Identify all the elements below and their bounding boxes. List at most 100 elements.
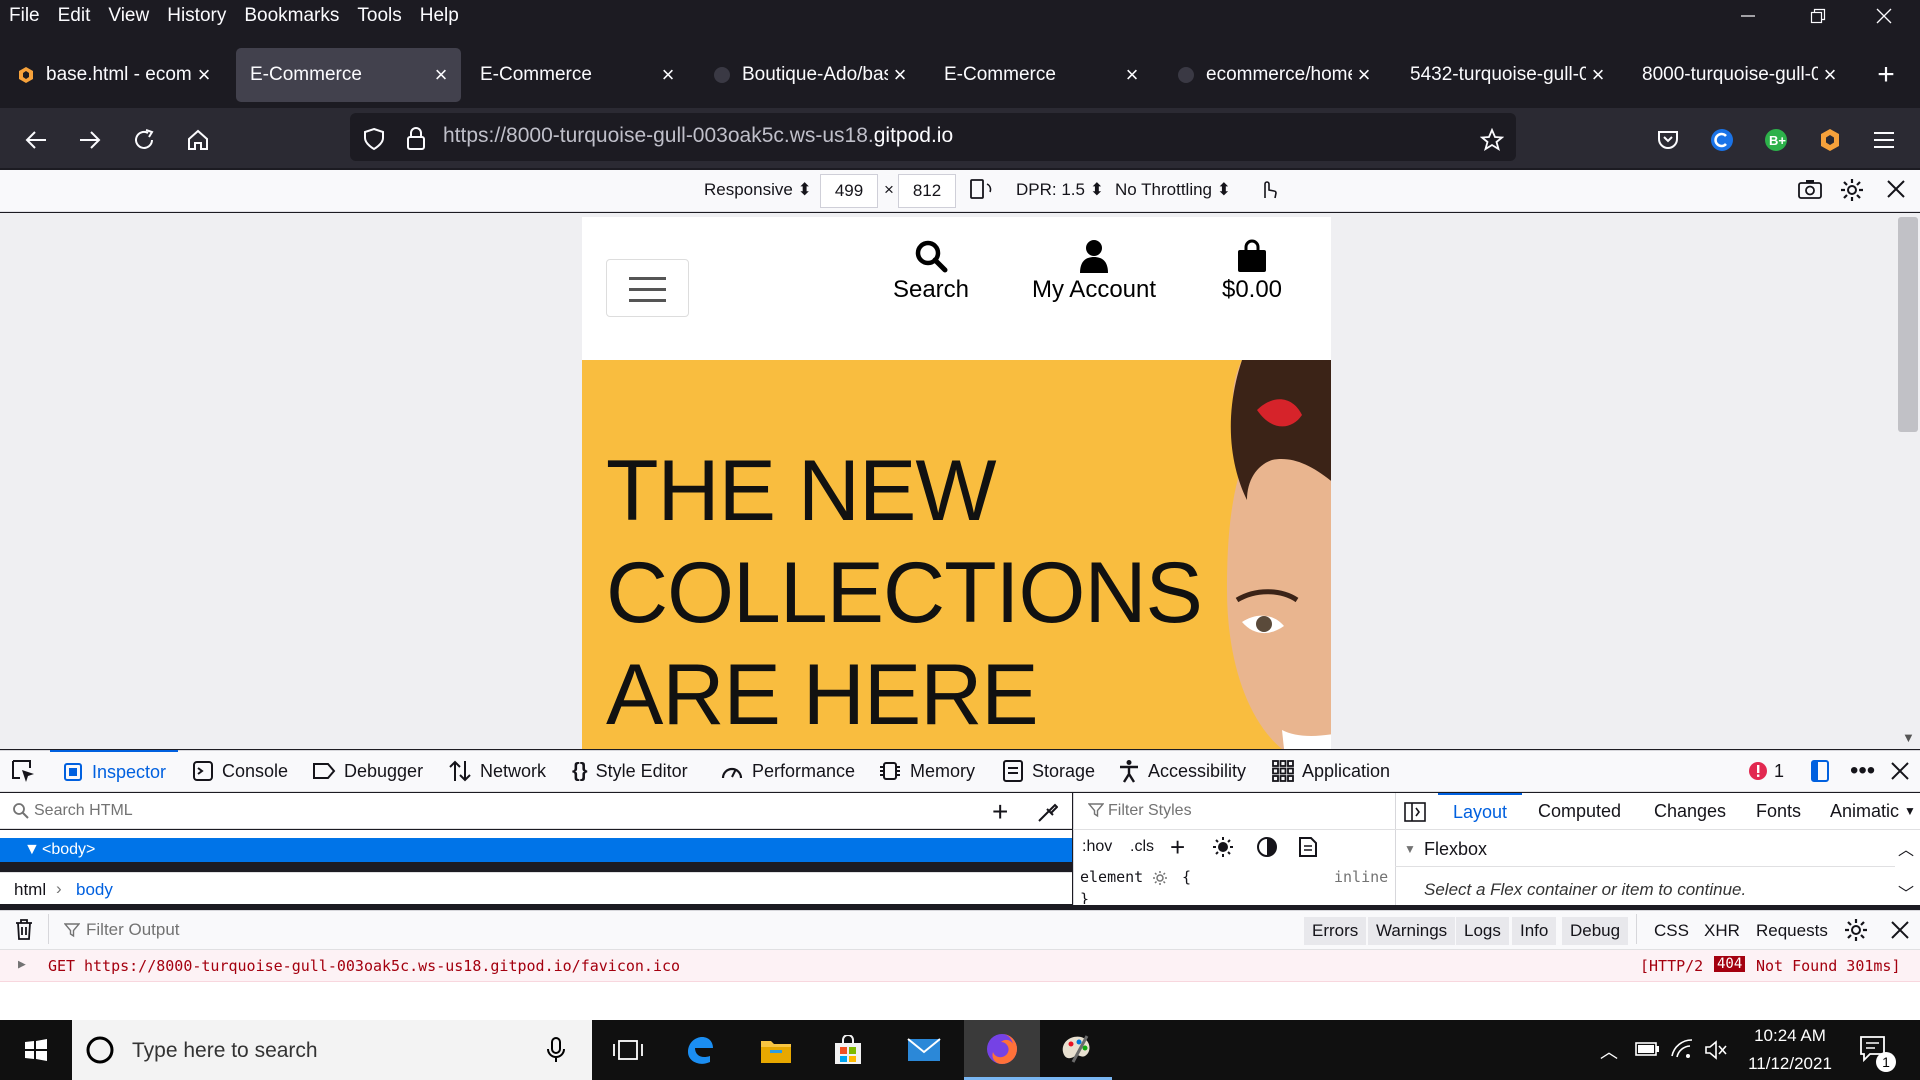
cls-toggle[interactable]: .cls <box>1130 838 1154 856</box>
tab-5432[interactable]: 5432-turquoise-gull-0 × <box>1396 48 1618 102</box>
filter-output-input[interactable]: Filter Output <box>86 920 180 940</box>
extension-blue-icon[interactable] <box>1704 122 1740 158</box>
tab-ecommerce-home[interactable]: ecommerce/home × <box>1162 48 1384 102</box>
breadcrumb-body[interactable]: body <box>76 880 113 900</box>
filter-info-button[interactable]: Info <box>1512 917 1557 945</box>
tab-debugger[interactable]: Debugger <box>312 750 423 792</box>
tab-memory[interactable]: Memory <box>878 750 975 792</box>
minimize-button[interactable] <box>1716 0 1780 32</box>
file-explorer-icon[interactable] <box>740 1020 812 1080</box>
extension-green-icon[interactable]: B+ <box>1758 122 1794 158</box>
tab-base-html[interactable]: base.html - ecomm × <box>2 48 224 102</box>
tab-close-icon[interactable]: × <box>429 62 453 88</box>
url-text[interactable]: https://8000-turquoise-gull-003oak5c.ws-… <box>443 124 953 148</box>
menu-view[interactable]: View <box>108 5 149 27</box>
site-account-link[interactable]: My Account <box>1024 238 1164 304</box>
expand-triangle-icon[interactable]: ▼ <box>24 841 40 859</box>
restore-button[interactable] <box>1786 0 1850 32</box>
filter-warnings-button[interactable]: Warnings <box>1368 917 1456 945</box>
menu-edit[interactable]: Edit <box>58 5 91 27</box>
tab-storage[interactable]: Storage <box>1002 750 1095 792</box>
flexbox-header[interactable]: Flexbox <box>1424 839 1487 860</box>
toggle-sidebar-icon[interactable] <box>1404 802 1426 827</box>
dock-toggle-icon[interactable] <box>1808 750 1832 792</box>
console-input-row[interactable] <box>0 982 1920 1020</box>
tab-close-icon[interactable]: × <box>888 62 912 88</box>
tracking-protection-icon[interactable] <box>356 121 392 157</box>
tab-ecommerce-active[interactable]: E-Commerce × <box>236 48 461 102</box>
filter-requests-toggle[interactable]: Requests <box>1756 917 1828 945</box>
store-icon[interactable] <box>812 1020 884 1080</box>
screenshot-icon[interactable] <box>1797 178 1823 205</box>
breadcrumb-html[interactable]: html <box>14 880 46 900</box>
battery-icon[interactable] <box>1634 1038 1660 1065</box>
site-menu-toggle[interactable] <box>606 259 689 317</box>
rule-source[interactable]: inline <box>1334 868 1388 886</box>
device-selector[interactable]: Responsive ⬍ <box>704 180 812 200</box>
add-rule-icon[interactable]: + <box>1170 832 1185 863</box>
collapse-triangle-icon[interactable]: ▼ <box>1404 842 1416 856</box>
tab-boutique-ado[interactable]: Boutique-Ado/bas × <box>698 48 920 102</box>
expand-arrow-icon[interactable]: ▶ <box>18 957 26 972</box>
hov-toggle[interactable]: :hov <box>1082 838 1112 856</box>
layout-scroll-down-icon[interactable]: ﹀ <box>1898 880 1914 904</box>
microphone-icon[interactable] <box>546 1036 566 1069</box>
rotate-viewport-icon[interactable] <box>968 176 994 207</box>
tab-close-icon[interactable]: × <box>1120 62 1144 88</box>
search-html-input[interactable]: Search HTML <box>34 802 133 820</box>
menu-help[interactable]: Help <box>420 5 459 27</box>
tab-changes[interactable]: Changes <box>1654 801 1726 822</box>
reload-button[interactable] <box>126 122 162 158</box>
menu-bookmarks[interactable]: Bookmarks <box>244 5 339 27</box>
close-devtools-icon[interactable] <box>1890 750 1910 792</box>
filter-styles-input[interactable]: Filter Styles <box>1108 802 1192 820</box>
trash-icon[interactable] <box>14 918 34 945</box>
layout-scroll-up-icon[interactable]: ︿ <box>1898 836 1914 860</box>
scroll-down-arrow-icon[interactable]: ▼ <box>1902 730 1915 745</box>
forward-button[interactable] <box>72 122 108 158</box>
console-error-row[interactable]: ▶ GET https://8000-turquoise-gull-003oak… <box>0 950 1920 982</box>
hamburger-menu-icon[interactable] <box>1866 122 1902 158</box>
clock-date[interactable]: 11/12/2021 <box>1740 1054 1840 1074</box>
element-picker-icon[interactable] <box>10 750 36 792</box>
task-view-icon[interactable] <box>592 1020 664 1080</box>
tab-inspector[interactable]: Inspector <box>50 750 179 792</box>
tab-8000[interactable]: 8000-turquoise-gull-0 × <box>1628 48 1850 102</box>
settings-gear-icon[interactable] <box>1840 178 1864 207</box>
back-button[interactable] <box>18 122 54 158</box>
tab-network[interactable]: Network <box>448 750 546 792</box>
tab-close-icon[interactable]: × <box>1586 62 1610 88</box>
firefox-taskbar-icon[interactable] <box>964 1020 1040 1080</box>
tab-layout[interactable]: Layout <box>1438 793 1522 829</box>
filter-xhr-toggle[interactable]: XHR <box>1704 917 1740 945</box>
home-button[interactable] <box>180 122 216 158</box>
selected-node-row[interactable]: ▼ <body> <box>0 838 1072 862</box>
start-button[interactable] <box>0 1020 72 1080</box>
lock-icon[interactable] <box>398 121 434 157</box>
tab-style-editor[interactable]: {} Style Editor <box>572 750 688 792</box>
site-cart-link[interactable]: $0.00 <box>1214 238 1290 304</box>
site-search-link[interactable]: Search <box>884 238 978 304</box>
close-window-button[interactable] <box>1852 0 1916 32</box>
tab-close-icon[interactable]: × <box>192 62 216 88</box>
print-media-icon[interactable] <box>1298 836 1318 863</box>
mail-icon[interactable] <box>888 1020 960 1080</box>
close-rdm-icon[interactable] <box>1886 179 1906 204</box>
filter-errors-button[interactable]: Errors <box>1304 917 1367 945</box>
viewport-width-input[interactable]: 499 <box>820 174 878 208</box>
filter-logs-button[interactable]: Logs <box>1456 917 1509 945</box>
tab-console[interactable]: Console <box>192 750 288 792</box>
dark-theme-icon[interactable] <box>1256 836 1278 863</box>
more-options-icon[interactable]: ••• <box>1850 750 1875 792</box>
tab-computed[interactable]: Computed <box>1538 801 1621 822</box>
bookmark-star-icon[interactable] <box>1474 122 1510 158</box>
menu-history[interactable]: History <box>167 5 226 27</box>
error-url[interactable]: https://8000-turquoise-gull-003oak5c.ws-… <box>84 957 680 975</box>
tab-animations[interactable]: Animatic <box>1830 801 1902 822</box>
tab-close-icon[interactable]: × <box>1352 62 1376 88</box>
menu-tools[interactable]: Tools <box>357 5 401 27</box>
tab-overflow-chevron-icon[interactable]: ▼ <box>1904 804 1916 818</box>
clock-time[interactable]: 10:24 AM <box>1740 1026 1840 1046</box>
tab-performance[interactable]: Performance <box>720 750 855 792</box>
eyedropper-icon[interactable] <box>1036 802 1059 829</box>
